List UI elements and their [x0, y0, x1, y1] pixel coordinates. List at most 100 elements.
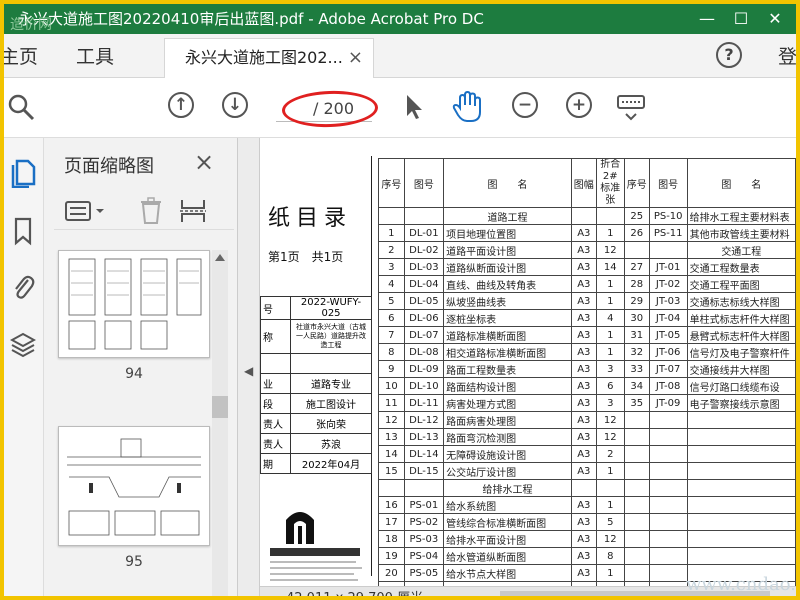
table-cell: [686, 445, 796, 463]
attachment-icon[interactable]: [10, 272, 36, 302]
thumbnail-options-icon[interactable]: [64, 198, 108, 224]
table-cell: 6: [595, 377, 625, 395]
table-cell: 单柱式标志杆件大样图: [686, 309, 796, 327]
table-cell: 道路平面设计图: [443, 241, 572, 259]
page-thumbnails-icon[interactable]: [10, 158, 36, 188]
table-cell: 33: [623, 360, 650, 378]
table-cell: 3: [595, 360, 625, 378]
meta-key: 责人: [260, 433, 291, 454]
column-header: 折合2#标准张: [595, 158, 625, 208]
scroll-up-icon[interactable]: [215, 254, 225, 261]
close-panel-icon[interactable]: ×: [194, 148, 214, 176]
close-window-button[interactable]: ✕: [758, 4, 792, 34]
table-row: 6 DL-06 逐桩坐标表 A3 4 30 JT-04 单柱式标志杆件大样图: [378, 309, 796, 327]
meta-row: 责人 苏浪: [260, 433, 372, 454]
collapse-arrow-icon[interactable]: ◀: [244, 364, 253, 378]
table-cell: 29: [623, 292, 650, 310]
table-cell: 35: [623, 394, 650, 412]
table-cell: [686, 428, 796, 446]
table-cell: [403, 207, 445, 225]
thumbnail-scrollbar[interactable]: [212, 250, 228, 596]
thumbnail-page-94[interactable]: [58, 250, 210, 358]
table-cell: 交通工程平面图: [686, 275, 796, 293]
hand-tool-icon[interactable]: [452, 90, 484, 124]
meta-value: 张向荣: [290, 413, 372, 434]
table-cell: [623, 428, 650, 446]
drawing-list-table: 序号 图号图 名图幅 折合2#标准张 序号 图号图 名 道路工程 25 PS-10 给排水工程…: [378, 158, 796, 596]
table-cell: 2: [378, 241, 405, 259]
table-row: 15 DL-15 公交站厅设计图 A3 1: [378, 462, 796, 480]
meta-row: [260, 353, 372, 374]
table-row: 11 DL-11 病害处理方式图 A3 3 35 JT-09 电子警察接线示意图: [378, 394, 796, 412]
table-cell: 路面病害处理图: [443, 411, 572, 429]
table-cell: 12: [595, 411, 625, 429]
meta-value: 社道市永兴大道（古城一人民路）道路提升改造工程: [290, 319, 372, 354]
keyboard-icon[interactable]: [616, 92, 646, 122]
table-cell: DL-15: [403, 462, 445, 480]
table-cell: 8: [378, 343, 405, 361]
table-cell: 11: [378, 394, 405, 412]
delete-page-icon[interactable]: [138, 196, 164, 226]
main-toolbar: ↑ ↓ / 200 − +: [4, 78, 796, 138]
table-cell: 13: [378, 428, 405, 446]
zoom-out-button[interactable]: −: [512, 92, 538, 118]
table-cell: A3: [570, 377, 597, 395]
table-cell: 17: [378, 513, 405, 531]
window-title: 永兴大道施工图20220410审后出蓝图.pdf - Adobe Acrobat…: [18, 10, 484, 28]
help-icon[interactable]: ?: [716, 42, 742, 68]
zoom-in-button[interactable]: +: [566, 92, 592, 118]
select-pointer-icon[interactable]: [402, 92, 426, 122]
column-header: 图 名: [443, 158, 572, 208]
thumbnail-page-95[interactable]: [58, 426, 210, 546]
scrollbar-thumb[interactable]: [212, 396, 228, 418]
extract-page-icon[interactable]: [178, 196, 208, 226]
table-cell: [686, 479, 796, 497]
table-cell: 28: [623, 275, 650, 293]
table-cell: 9: [378, 360, 405, 378]
table-cell: 19: [378, 547, 405, 565]
table-cell: DL-07: [403, 326, 445, 344]
table-cell: DL-04: [403, 275, 445, 293]
table-cell: 无障碍设施设计图: [443, 445, 572, 463]
table-cell: 路面弯沉检测图: [443, 428, 572, 446]
table-cell: [686, 547, 796, 565]
meta-row: 称社道市永兴大道（古城一人民路）道路提升改造工程: [260, 319, 372, 354]
table-cell: [648, 564, 688, 582]
meta-key: 责人: [260, 413, 291, 434]
table-cell: [648, 411, 688, 429]
table-row: 14 DL-14 无障碍设施设计图 A3 2: [378, 445, 796, 463]
maximize-button[interactable]: ☐: [724, 4, 758, 34]
layers-icon[interactable]: [10, 330, 36, 360]
previous-page-button[interactable]: ↑: [168, 92, 194, 118]
table-cell: PS-10: [648, 207, 688, 225]
next-page-button[interactable]: ↓: [222, 92, 248, 118]
table-cell: A3: [570, 530, 597, 548]
meta-row: 段施工图设计: [260, 393, 372, 414]
table-cell: PS-11: [648, 224, 688, 242]
thumbnail-drawing: [67, 438, 201, 536]
meta-key: 业: [260, 373, 291, 394]
page-thumbnails-panel: 页面缩略图 × 94 95: [44, 138, 238, 596]
table-cell: 道路工程: [443, 207, 572, 225]
home-tab[interactable]: 主页: [4, 42, 38, 69]
meta-row: 号 2022-WUFY-025: [260, 296, 372, 320]
column-header: 序号: [378, 158, 405, 208]
tools-tab[interactable]: 工具: [76, 42, 114, 69]
table-cell: JT-08: [648, 377, 688, 395]
panel-collapse-handle[interactable]: ◀: [238, 138, 260, 596]
table-cell: 5: [595, 513, 625, 531]
close-tab-icon[interactable]: ×: [348, 39, 363, 77]
table-cell: A3: [570, 513, 597, 531]
institute-logo-icon: [270, 512, 362, 581]
table-cell: [623, 445, 650, 463]
minimize-button[interactable]: —: [690, 4, 724, 34]
login-button[interactable]: 登: [778, 42, 796, 69]
document-tab[interactable]: 永兴大道施工图202... ×: [164, 38, 374, 78]
table-cell: 2: [595, 445, 625, 463]
table-cell: 16: [378, 496, 405, 514]
search-zoom-icon[interactable]: [6, 92, 36, 122]
table-cell: PS-02: [403, 513, 445, 531]
table-cell: [623, 479, 650, 497]
column-header: 图幅: [570, 158, 597, 208]
bookmark-icon[interactable]: [10, 216, 36, 246]
